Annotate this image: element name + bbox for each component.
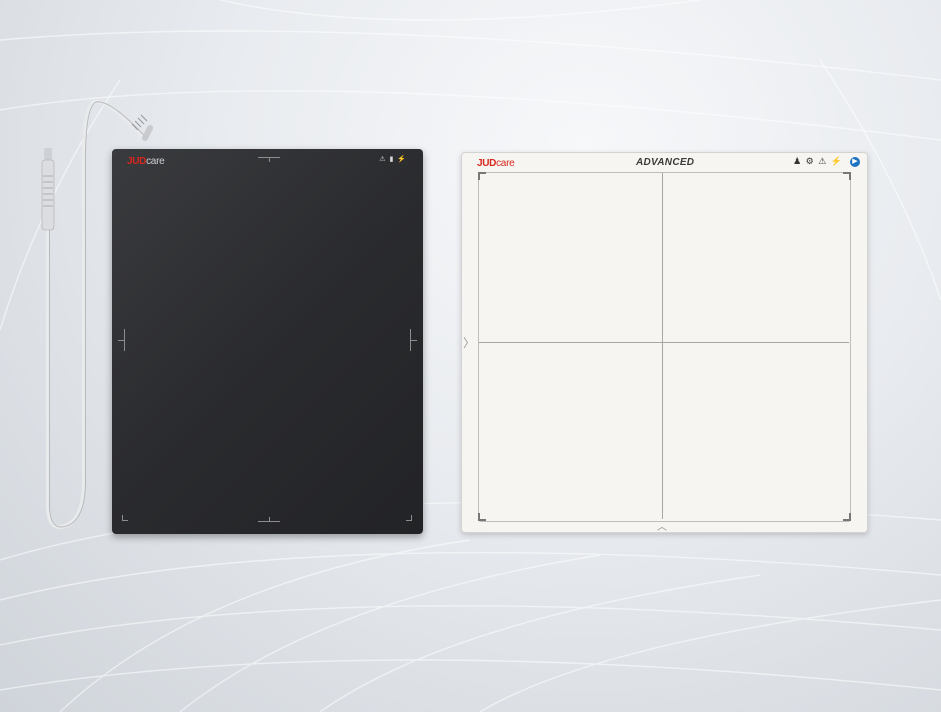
chevron-up-icon: ︿: [657, 522, 667, 533]
corner-mark-bottom-left-v: [478, 513, 480, 521]
corner-mark-bottom-right-h: [406, 520, 412, 521]
brand-logo-red: JUD: [477, 158, 497, 169]
active-area-frame: [478, 172, 851, 522]
status-icons: ⚠ ▮ ⚡: [379, 156, 407, 163]
corner-mark-top-right-v: [849, 172, 851, 180]
brand-logo-care: care: [146, 156, 165, 167]
center-mark-bottom-stem: [269, 517, 270, 522]
center-mark-right-stem: [410, 340, 417, 341]
chevron-right-icon: 〉: [463, 336, 476, 350]
brand-logo: JUDcare: [477, 158, 515, 169]
model-name: ADVANCED: [636, 157, 695, 168]
center-mark-left-stem: [118, 340, 125, 341]
brand-logo-care: care: [496, 158, 515, 169]
brand-logo-red: JUD: [127, 156, 147, 167]
corner-mark-bottom-left-h: [122, 520, 128, 521]
info-icon: ▶: [850, 157, 860, 167]
status-icons: ♟ ⚙ ⚠ ⚡: [793, 156, 843, 166]
center-mark-top-stem: [269, 157, 270, 162]
crosshair-horizontal: [479, 342, 849, 343]
crosshair-vertical: [662, 173, 663, 519]
wireless-detector-panel: JUDcare ADVANCED ♟ ⚙ ⚠ ⚡ ▶ 〉 ︿: [461, 152, 868, 533]
wired-detector-panel: JUDcare ⚠ ▮ ⚡: [112, 149, 423, 534]
corner-mark-bottom-right-v: [849, 513, 851, 521]
cable-connector-icon: [41, 148, 55, 231]
corner-mark-top-left-v: [478, 172, 480, 180]
brand-logo: JUDcare: [127, 156, 165, 167]
